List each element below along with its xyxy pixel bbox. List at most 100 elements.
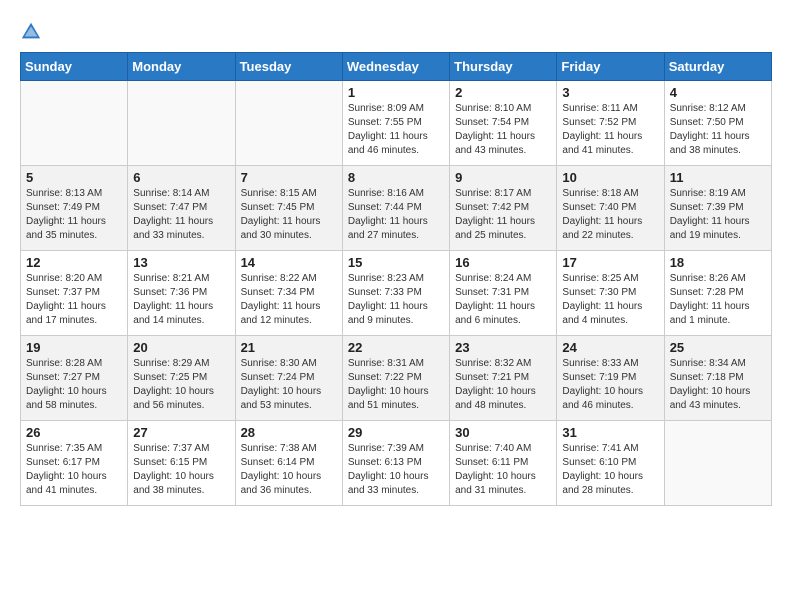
day-info: Sunrise: 8:26 AM Sunset: 7:28 PM Dayligh… — [670, 272, 766, 328]
day-number: 23 — [455, 340, 551, 355]
calendar-cell: 30 Sunrise: 7:40 AM Sunset: 6:11 PM Dayli… — [450, 421, 557, 506]
calendar-cell: 27 Sunrise: 7:37 AM Sunset: 6:15 PM Dayli… — [128, 421, 235, 506]
day-info: Sunrise: 7:35 AM Sunset: 6:17 PM Dayligh… — [26, 442, 122, 498]
day-info: Sunrise: 8:28 AM Sunset: 7:27 PM Dayligh… — [26, 357, 122, 413]
weekday-header: Wednesday — [342, 53, 449, 81]
day-number: 1 — [348, 85, 444, 100]
calendar-cell: 20Sunrise: 8:29 AM Sunset: 7:25 PM Dayli… — [128, 336, 235, 421]
weekday-header: Tuesday — [235, 53, 342, 81]
day-number: 2 — [455, 85, 551, 100]
calendar-cell: 19 Sunrise: 8:28 AM Sunset: 7:27 PM Dayli… — [21, 336, 128, 421]
day-number: 12 — [26, 255, 122, 270]
day-number: 21 — [241, 340, 337, 355]
weekday-header: Friday — [557, 53, 664, 81]
day-number: 17 — [562, 255, 658, 270]
calendar-cell: 6 Sunrise: 8:14 AM Sunset: 7:47 PM Daylig… — [128, 166, 235, 251]
day-info: Sunrise: 8:29 AM Sunset: 7:25 PM Dayligh… — [133, 357, 229, 413]
day-number: 8 — [348, 170, 444, 185]
day-info: Sunrise: 8:25 AM Sunset: 7:30 PM Dayligh… — [562, 272, 658, 328]
calendar-cell: 5Sunrise: 8:13 AM Sunset: 7:49 PM Daylig… — [21, 166, 128, 251]
day-number: 22 — [348, 340, 444, 355]
day-number: 26 — [26, 425, 122, 440]
calendar-cell: 26 Sunrise: 7:35 AM Sunset: 6:17 PM Dayli… — [21, 421, 128, 506]
calendar-header-row: SundayMondayTuesdayWednesdayThursdayFrid… — [21, 53, 772, 81]
day-number: 16 — [455, 255, 551, 270]
day-info: Sunrise: 8:19 AM Sunset: 7:39 PM Dayligh… — [670, 187, 766, 243]
calendar-cell: 16 Sunrise: 8:24 AM Sunset: 7:31 PM Dayli… — [450, 251, 557, 336]
calendar-cell: 13 Sunrise: 8:21 AM Sunset: 7:36 PM Dayli… — [128, 251, 235, 336]
calendar-cell: 21 Sunrise: 8:30 AM Sunset: 7:24 PM Dayli… — [235, 336, 342, 421]
day-info: Sunrise: 8:23 AM Sunset: 7:33 PM Dayligh… — [348, 272, 444, 328]
calendar-cell: 25Sunrise: 8:34 AM Sunset: 7:18 PM Dayli… — [664, 336, 771, 421]
day-number: 4 — [670, 85, 766, 100]
day-info: Sunrise: 7:40 AM Sunset: 6:11 PM Dayligh… — [455, 442, 551, 498]
day-number: 14 — [241, 255, 337, 270]
day-number: 18 — [670, 255, 766, 270]
calendar-cell: 1 Sunrise: 8:09 AM Sunset: 7:55 PM Daylig… — [342, 81, 449, 166]
calendar-cell: 12Sunrise: 8:20 AM Sunset: 7:37 PM Dayli… — [21, 251, 128, 336]
calendar-week-row: 12Sunrise: 8:20 AM Sunset: 7:37 PM Dayli… — [21, 251, 772, 336]
header — [20, 20, 772, 42]
calendar: SundayMondayTuesdayWednesdayThursdayFrid… — [20, 52, 772, 506]
day-number: 31 — [562, 425, 658, 440]
day-info: Sunrise: 8:14 AM Sunset: 7:47 PM Dayligh… — [133, 187, 229, 243]
day-number: 28 — [241, 425, 337, 440]
day-number: 11 — [670, 170, 766, 185]
day-number: 29 — [348, 425, 444, 440]
calendar-cell: 28 Sunrise: 7:38 AM Sunset: 6:14 PM Dayli… — [235, 421, 342, 506]
day-number: 30 — [455, 425, 551, 440]
calendar-cell: 15 Sunrise: 8:23 AM Sunset: 7:33 PM Dayli… — [342, 251, 449, 336]
day-info: Sunrise: 8:16 AM Sunset: 7:44 PM Dayligh… — [348, 187, 444, 243]
calendar-cell — [664, 421, 771, 506]
day-number: 24 — [562, 340, 658, 355]
day-info: Sunrise: 7:38 AM Sunset: 6:14 PM Dayligh… — [241, 442, 337, 498]
calendar-cell: 11 Sunrise: 8:19 AM Sunset: 7:39 PM Dayli… — [664, 166, 771, 251]
day-number: 19 — [26, 340, 122, 355]
calendar-cell: 14 Sunrise: 8:22 AM Sunset: 7:34 PM Dayli… — [235, 251, 342, 336]
calendar-cell: 29 Sunrise: 7:39 AM Sunset: 6:13 PM Dayli… — [342, 421, 449, 506]
calendar-cell: 4 Sunrise: 8:12 AM Sunset: 7:50 PM Daylig… — [664, 81, 771, 166]
day-number: 15 — [348, 255, 444, 270]
calendar-cell — [128, 81, 235, 166]
day-info: Sunrise: 7:37 AM Sunset: 6:15 PM Dayligh… — [133, 442, 229, 498]
day-number: 10 — [562, 170, 658, 185]
calendar-week-row: 5Sunrise: 8:13 AM Sunset: 7:49 PM Daylig… — [21, 166, 772, 251]
calendar-week-row: 1 Sunrise: 8:09 AM Sunset: 7:55 PM Daylig… — [21, 81, 772, 166]
day-number: 6 — [133, 170, 229, 185]
day-number: 7 — [241, 170, 337, 185]
day-info: Sunrise: 8:33 AM Sunset: 7:19 PM Dayligh… — [562, 357, 658, 413]
calendar-cell — [21, 81, 128, 166]
day-number: 3 — [562, 85, 658, 100]
calendar-cell: 7Sunrise: 8:15 AM Sunset: 7:45 PM Daylig… — [235, 166, 342, 251]
calendar-cell: 2 Sunrise: 8:10 AM Sunset: 7:54 PM Daylig… — [450, 81, 557, 166]
weekday-header: Monday — [128, 53, 235, 81]
day-info: Sunrise: 7:39 AM Sunset: 6:13 PM Dayligh… — [348, 442, 444, 498]
day-info: Sunrise: 8:24 AM Sunset: 7:31 PM Dayligh… — [455, 272, 551, 328]
day-number: 9 — [455, 170, 551, 185]
day-number: 27 — [133, 425, 229, 440]
day-info: Sunrise: 8:18 AM Sunset: 7:40 PM Dayligh… — [562, 187, 658, 243]
day-info: Sunrise: 8:09 AM Sunset: 7:55 PM Dayligh… — [348, 102, 444, 158]
calendar-cell: 10 Sunrise: 8:18 AM Sunset: 7:40 PM Dayli… — [557, 166, 664, 251]
calendar-cell: 8 Sunrise: 8:16 AM Sunset: 7:44 PM Daylig… — [342, 166, 449, 251]
day-number: 13 — [133, 255, 229, 270]
calendar-cell — [235, 81, 342, 166]
day-info: Sunrise: 7:41 AM Sunset: 6:10 PM Dayligh… — [562, 442, 658, 498]
day-info: Sunrise: 8:21 AM Sunset: 7:36 PM Dayligh… — [133, 272, 229, 328]
day-info: Sunrise: 8:17 AM Sunset: 7:42 PM Dayligh… — [455, 187, 551, 243]
calendar-cell: 23Sunrise: 8:32 AM Sunset: 7:21 PM Dayli… — [450, 336, 557, 421]
day-info: Sunrise: 8:31 AM Sunset: 7:22 PM Dayligh… — [348, 357, 444, 413]
day-info: Sunrise: 8:12 AM Sunset: 7:50 PM Dayligh… — [670, 102, 766, 158]
calendar-cell: 17 Sunrise: 8:25 AM Sunset: 7:30 PM Dayli… — [557, 251, 664, 336]
weekday-header: Thursday — [450, 53, 557, 81]
day-info: Sunrise: 8:30 AM Sunset: 7:24 PM Dayligh… — [241, 357, 337, 413]
logo — [20, 20, 46, 42]
calendar-cell: 24 Sunrise: 8:33 AM Sunset: 7:19 PM Dayli… — [557, 336, 664, 421]
day-number: 5 — [26, 170, 122, 185]
weekday-header: Sunday — [21, 53, 128, 81]
day-info: Sunrise: 8:22 AM Sunset: 7:34 PM Dayligh… — [241, 272, 337, 328]
day-info: Sunrise: 8:10 AM Sunset: 7:54 PM Dayligh… — [455, 102, 551, 158]
logo-icon — [20, 20, 42, 42]
calendar-week-row: 26 Sunrise: 7:35 AM Sunset: 6:17 PM Dayli… — [21, 421, 772, 506]
calendar-cell: 3Sunrise: 8:11 AM Sunset: 7:52 PM Daylig… — [557, 81, 664, 166]
